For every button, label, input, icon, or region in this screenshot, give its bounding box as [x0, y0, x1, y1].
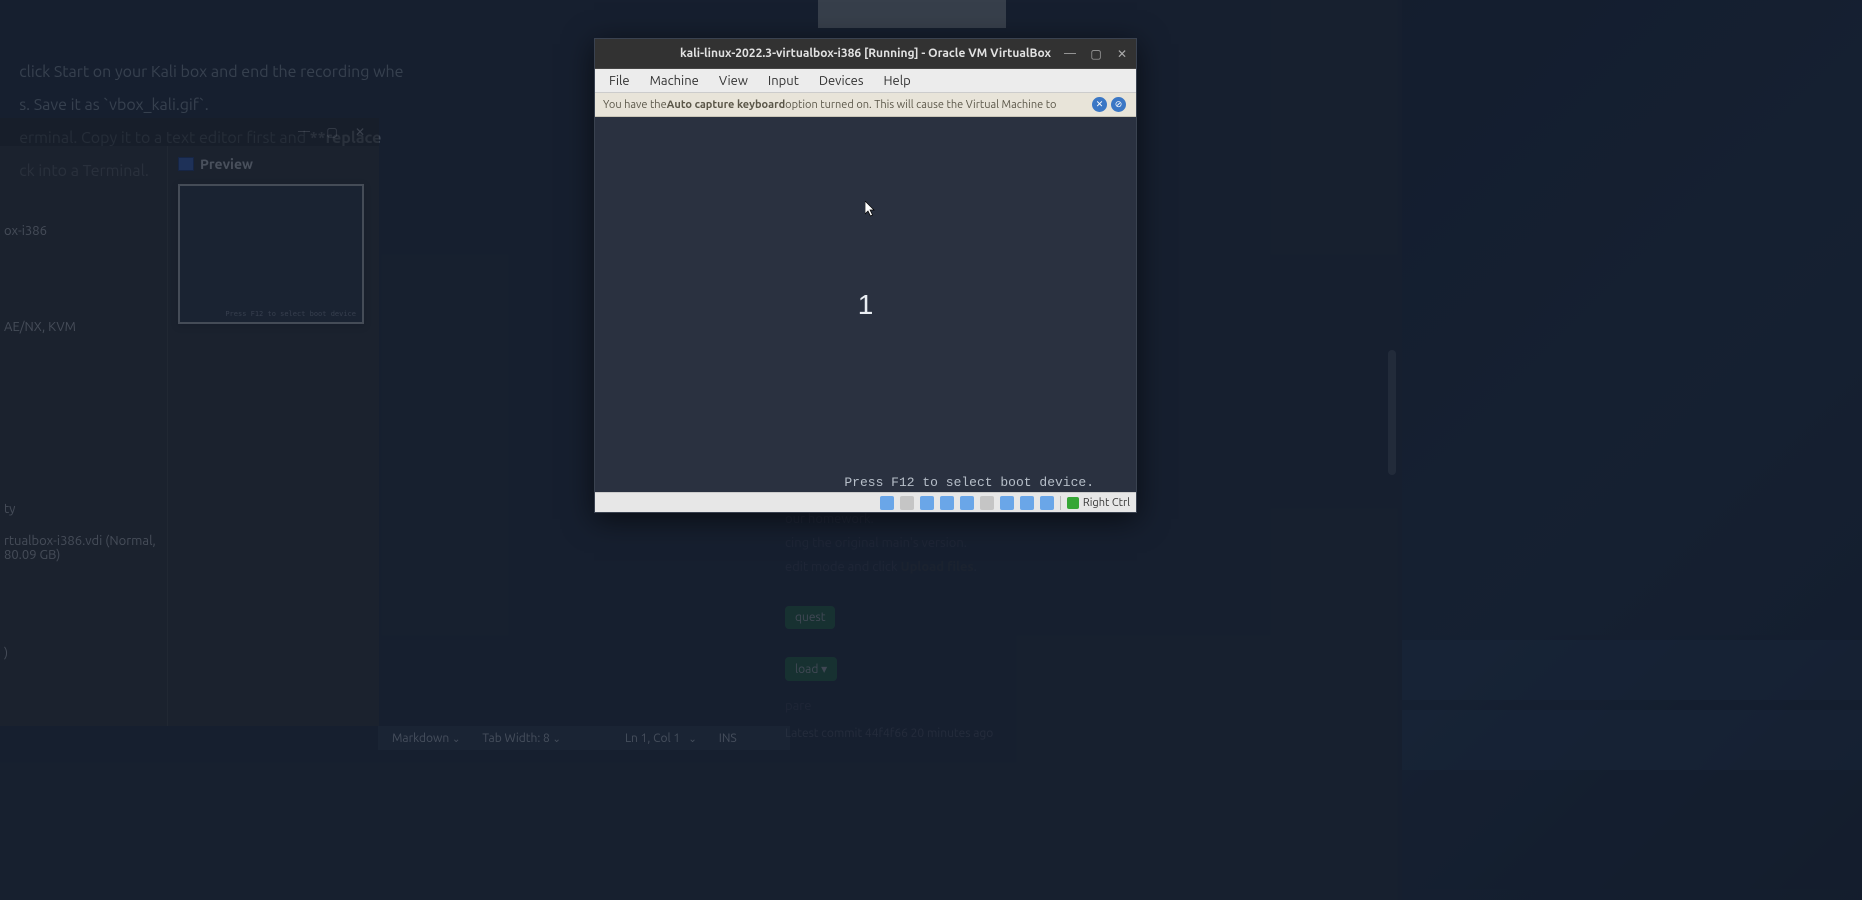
acceleration-value: AE/NX, KVM [4, 320, 167, 334]
preview-heading: Preview [178, 156, 369, 172]
menu-input[interactable]: Input [760, 72, 807, 90]
pull-request-button[interactable]: quest [785, 606, 835, 629]
recording-icon[interactable] [1000, 496, 1014, 510]
vm-window-title: kali-linux-2022.3-virtualbox-i386 [Runni… [680, 47, 1051, 60]
details-panel: ox-i386 AE/NX, KVM ty rtualbox-i386.vdi … [0, 146, 168, 726]
optical-drive-icon[interactable] [900, 496, 914, 510]
menu-view[interactable]: View [711, 72, 756, 90]
syntax-selector[interactable]: Markdown ⌄ [392, 732, 460, 745]
commit-info: Latest commit 44f4f66 20 minutes ago [785, 727, 1045, 740]
close-button[interactable]: ✕ [1114, 47, 1130, 61]
menu-file[interactable]: File [601, 72, 638, 90]
browser-thumbnail-fragment [818, 0, 1006, 28]
storage-empty: ty [4, 502, 167, 516]
browser-content-fragment: our homework. cing the original main's v… [785, 512, 1045, 740]
text-line: our homework. [785, 512, 1045, 526]
host-key-label: Right Ctrl [1083, 497, 1130, 509]
display-icon[interactable] [980, 496, 994, 510]
countdown-number: 1 [858, 289, 874, 321]
scrollbar-thumb[interactable] [1388, 350, 1396, 475]
info-rest: option turned on. This will cause the Vi… [785, 99, 1056, 111]
editor-line: click Start on your Kali box and end the… [19, 63, 403, 81]
text-line: pare [785, 699, 1045, 713]
tab-width-selector[interactable]: Tab Width: 8 ⌄ [482, 732, 561, 745]
maximize-button[interactable]: ▢ [1088, 47, 1104, 61]
text-line: edit mode and click Upload files. [785, 560, 1045, 574]
network-icon[interactable] [920, 496, 934, 510]
disk-info: rtualbox-i386.vdi (Normal, 80.09 GB) [4, 534, 167, 562]
window-titlebar: — ▢ ✕ [0, 118, 379, 146]
host-key-indicator[interactable]: Right Ctrl [1067, 497, 1130, 509]
vm-status-bar: Right Ctrl [595, 492, 1136, 512]
dismiss-notification-icon[interactable]: ✕ [1092, 97, 1107, 112]
preview-thumb-text: Press F12 to select boot device [225, 310, 356, 318]
wallpaper-circuit [1402, 0, 1862, 900]
monitor-icon [178, 157, 194, 171]
menu-machine[interactable]: Machine [642, 72, 707, 90]
menu-devices[interactable]: Devices [811, 72, 872, 90]
preview-thumbnail[interactable]: Press F12 to select boot device [178, 184, 364, 324]
download-button[interactable]: load ▾ [785, 657, 837, 681]
text-line: cing the original main's version. [785, 536, 1045, 550]
editor-status-bar: Markdown ⌄ Tab Width: 8 ⌄ Ln 1, Col 1 ⌄ … [378, 726, 790, 750]
usb-icon[interactable] [940, 496, 954, 510]
maximize-button[interactable]: ▢ [325, 125, 339, 139]
close-button[interactable]: ✕ [353, 125, 367, 139]
preview-label-text: Preview [200, 156, 253, 172]
boot-hint-text: Press F12 to select boot device. [844, 475, 1094, 490]
info-prefix: You have the [603, 99, 667, 111]
cpu-icon[interactable] [1020, 496, 1034, 510]
minimize-button[interactable]: — [1062, 47, 1078, 61]
virtual-machine-window: kali-linux-2022.3-virtualbox-i386 [Runni… [594, 38, 1137, 513]
separator [1060, 496, 1061, 510]
paren-frag: ) [4, 646, 167, 660]
vm-notification-bar: You have the Auto capture keyboard optio… [595, 93, 1136, 117]
minimize-button[interactable]: — [297, 125, 311, 139]
vm-titlebar[interactable]: kali-linux-2022.3-virtualbox-i386 [Runni… [595, 39, 1136, 69]
vm-menubar: File Machine View Input Devices Help [595, 69, 1136, 93]
vm-display-area[interactable]: 1 Press F12 to select boot device. [595, 117, 1136, 492]
virtualbox-manager-window: — ▢ ✕ ox-i386 AE/NX, KVM ty rtualbox-i38… [0, 118, 379, 726]
host-key-arrow-icon [1067, 497, 1079, 509]
editor-line: s. Save it as `vbox_kali.gif`. [19, 96, 209, 114]
hard-disk-icon[interactable] [880, 496, 894, 510]
menu-help[interactable]: Help [876, 72, 919, 90]
mouse-cursor-icon [865, 201, 877, 217]
insert-mode-indicator: INS [719, 732, 737, 745]
mouse-integration-icon[interactable] [1040, 496, 1054, 510]
line-column-indicator[interactable]: Ln 1, Col 1 ⌄ [625, 732, 697, 745]
machine-name: ox-i386 [4, 224, 167, 238]
suppress-notification-icon[interactable]: ⊘ [1111, 97, 1126, 112]
info-bold: Auto capture keyboard [667, 99, 785, 111]
shared-folders-icon[interactable] [960, 496, 974, 510]
